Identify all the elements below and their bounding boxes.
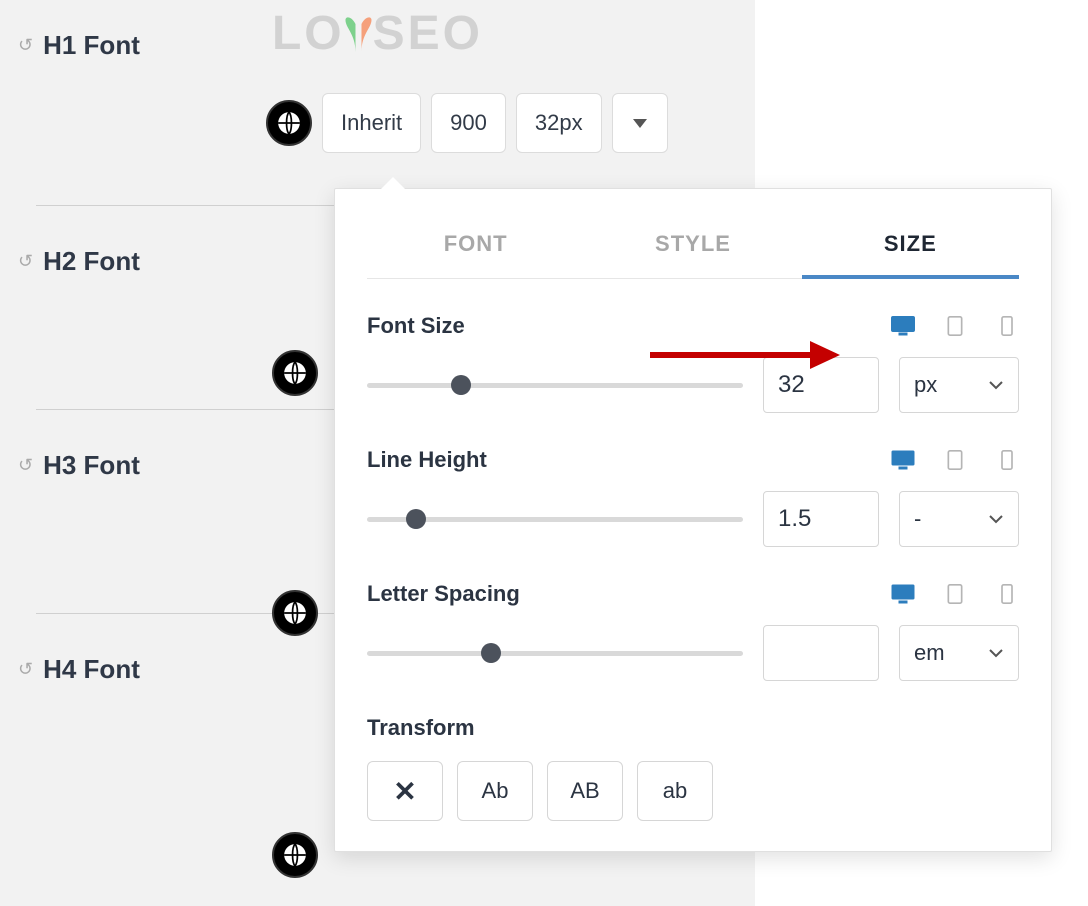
chevron-down-icon bbox=[988, 648, 1004, 658]
reset-icon[interactable]: ↻ bbox=[18, 455, 33, 476]
desktop-icon[interactable] bbox=[891, 450, 915, 470]
font-more-chip[interactable] bbox=[612, 93, 668, 153]
letter-spacing-slider[interactable] bbox=[367, 638, 743, 668]
letter-spacing-input[interactable] bbox=[763, 625, 879, 681]
h2-font-label: H2 Font bbox=[43, 246, 140, 277]
reset-icon[interactable]: ↻ bbox=[18, 251, 33, 272]
letter-spacing-unit-select[interactable]: em bbox=[899, 625, 1019, 681]
tablet-icon[interactable] bbox=[943, 584, 967, 604]
chevron-down-icon bbox=[633, 119, 647, 128]
transform-none-button[interactable]: ✕ bbox=[367, 761, 443, 821]
font-weight-chip[interactable]: 900 bbox=[431, 93, 506, 153]
tablet-icon[interactable] bbox=[943, 450, 967, 470]
h1-font-row: ↻ H1 Font Inherit 900 32px bbox=[0, 0, 755, 206]
transform-capitalize-button[interactable]: Ab bbox=[457, 761, 533, 821]
transform-uppercase-button[interactable]: AB bbox=[547, 761, 623, 821]
font-settings-popover: FONT STYLE SIZE Font Size px bbox=[334, 188, 1052, 852]
font-size-section: Font Size px bbox=[367, 313, 1019, 413]
phone-icon[interactable] bbox=[995, 316, 1019, 336]
line-height-label: Line Height bbox=[367, 447, 487, 473]
line-height-unit-select[interactable]: - bbox=[899, 491, 1019, 547]
font-size-input[interactable] bbox=[763, 357, 879, 413]
font-size-unit-select[interactable]: px bbox=[899, 357, 1019, 413]
tab-size[interactable]: SIZE bbox=[802, 219, 1019, 279]
reset-icon[interactable]: ↻ bbox=[18, 659, 33, 680]
font-family-chip[interactable]: Inherit bbox=[322, 93, 421, 153]
chevron-down-icon bbox=[988, 514, 1004, 524]
desktop-icon[interactable] bbox=[891, 316, 915, 336]
transform-label: Transform bbox=[367, 715, 1019, 741]
globe-icon bbox=[282, 360, 308, 386]
chevron-down-icon bbox=[988, 380, 1004, 390]
reset-icon[interactable]: ↻ bbox=[18, 35, 33, 56]
transform-lowercase-button[interactable]: ab bbox=[637, 761, 713, 821]
line-height-input[interactable] bbox=[763, 491, 879, 547]
transform-section: Transform ✕ Ab AB ab bbox=[367, 715, 1019, 821]
font-size-label: Font Size bbox=[367, 313, 465, 339]
phone-icon[interactable] bbox=[995, 450, 1019, 470]
letter-spacing-label: Letter Spacing bbox=[367, 581, 520, 607]
globe-button[interactable] bbox=[266, 100, 312, 146]
globe-icon bbox=[282, 600, 308, 626]
globe-button[interactable] bbox=[272, 832, 318, 878]
line-height-slider[interactable] bbox=[367, 504, 743, 534]
globe-icon bbox=[282, 842, 308, 868]
line-height-section: Line Height - bbox=[367, 447, 1019, 547]
tab-font[interactable]: FONT bbox=[367, 219, 584, 278]
h3-font-label: H3 Font bbox=[43, 450, 140, 481]
phone-icon[interactable] bbox=[995, 584, 1019, 604]
desktop-icon[interactable] bbox=[891, 584, 915, 604]
h4-font-label: H4 Font bbox=[43, 654, 140, 685]
close-icon: ✕ bbox=[393, 775, 416, 808]
font-size-slider[interactable] bbox=[367, 370, 743, 400]
font-size-chip[interactable]: 32px bbox=[516, 93, 602, 153]
tab-style[interactable]: STYLE bbox=[584, 219, 801, 278]
popover-tabs: FONT STYLE SIZE bbox=[367, 219, 1019, 279]
globe-icon bbox=[276, 110, 302, 136]
globe-button[interactable] bbox=[272, 350, 318, 396]
tablet-icon[interactable] bbox=[943, 316, 967, 336]
letter-spacing-section: Letter Spacing em bbox=[367, 581, 1019, 681]
h1-font-label: H1 Font bbox=[43, 30, 140, 61]
globe-button[interactable] bbox=[272, 590, 318, 636]
